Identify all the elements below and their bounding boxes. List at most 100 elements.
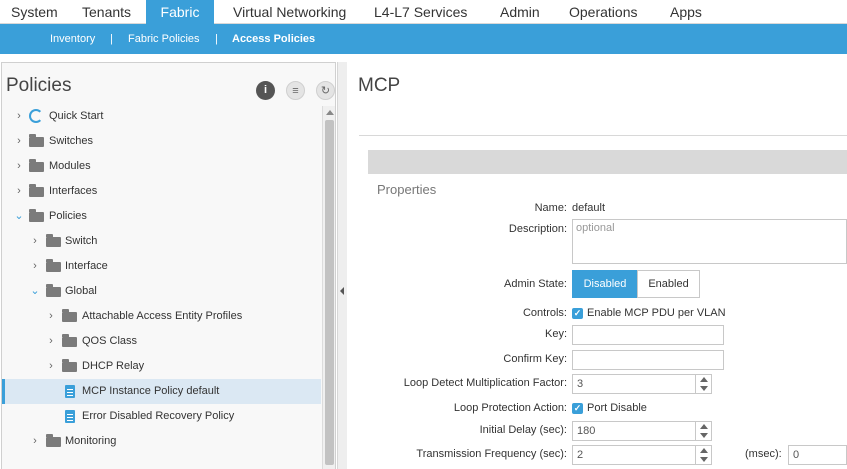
info-icon[interactable]: i bbox=[256, 81, 275, 100]
subnav-access-policies[interactable]: Access Policies bbox=[232, 24, 315, 54]
folder-icon bbox=[46, 284, 61, 297]
stepper-down-icon[interactable] bbox=[700, 457, 708, 462]
stepper-up-icon[interactable] bbox=[700, 448, 708, 453]
tree-label: Attachable Access Entity Profiles bbox=[82, 310, 243, 322]
folder-icon bbox=[62, 334, 77, 347]
port-disable-label: Port Disable bbox=[587, 402, 647, 414]
chevron-right-icon[interactable]: › bbox=[30, 429, 40, 454]
stepper-down-icon[interactable] bbox=[700, 433, 708, 438]
tree-item-error-disabled-recovery-policy[interactable]: Error Disabled Recovery Policy bbox=[2, 404, 321, 429]
tab-virtual-networking[interactable]: Virtual Networking bbox=[233, 0, 346, 24]
properties-heading: Properties bbox=[377, 182, 437, 197]
folder-icon bbox=[29, 134, 44, 147]
name-label: Name: bbox=[534, 202, 567, 214]
loop-factor-input[interactable]: 3 bbox=[572, 374, 696, 394]
chevron-right-icon[interactable]: › bbox=[46, 354, 56, 379]
folder-icon bbox=[62, 359, 77, 372]
port-disable-checkbox[interactable]: ✓ bbox=[572, 403, 583, 414]
chevron-right-icon[interactable]: › bbox=[14, 129, 24, 154]
stepper-up-icon[interactable] bbox=[700, 424, 708, 429]
confirm-key-label: Confirm Key: bbox=[503, 353, 567, 365]
tab-system[interactable]: System bbox=[11, 0, 58, 24]
stepper-down-icon[interactable] bbox=[700, 386, 708, 391]
tree-item-interfaces[interactable]: › Interfaces bbox=[2, 179, 321, 204]
tree-label: Error Disabled Recovery Policy bbox=[82, 410, 235, 422]
tree-label: Global bbox=[65, 285, 97, 297]
tree-label: Switches bbox=[49, 135, 94, 147]
tree-item-dhcp-relay[interactable]: › DHCP Relay bbox=[2, 354, 321, 379]
policy-document-icon bbox=[65, 385, 75, 398]
tab-apps[interactable]: Apps bbox=[670, 0, 702, 24]
tree-label: Interfaces bbox=[49, 185, 98, 197]
chevron-down-icon[interactable]: ⌄ bbox=[30, 279, 40, 304]
tree-item-qos-class[interactable]: › QOS Class bbox=[2, 329, 321, 354]
chevron-down-icon[interactable]: ⌄ bbox=[14, 204, 24, 229]
tree-item-modules[interactable]: › Modules bbox=[2, 154, 321, 179]
initial-delay-input[interactable]: 180 bbox=[572, 421, 696, 441]
initial-delay-stepper[interactable] bbox=[695, 421, 712, 441]
folder-icon bbox=[46, 259, 61, 272]
refresh-icon[interactable]: ↻ bbox=[316, 81, 335, 100]
key-input[interactable] bbox=[572, 325, 724, 345]
tx-frequency-input[interactable]: 2 bbox=[572, 445, 696, 465]
tree-label: MCP Instance Policy default bbox=[82, 385, 220, 397]
tab-admin[interactable]: Admin bbox=[500, 0, 540, 24]
loop-factor-stepper[interactable] bbox=[695, 374, 712, 394]
admin-state-label: Admin State: bbox=[504, 278, 567, 290]
tree-item-interface[interactable]: › Interface bbox=[2, 254, 321, 279]
msec-input[interactable]: 0 bbox=[788, 445, 847, 465]
subnav-fabric-policies[interactable]: Fabric Policies bbox=[128, 24, 200, 54]
tab-operations[interactable]: Operations bbox=[569, 0, 637, 24]
tree-label: Modules bbox=[49, 160, 91, 172]
tree-item-attachable-access-entity-profiles[interactable]: › Attachable Access Entity Profiles bbox=[2, 304, 321, 329]
tree-item-quick-start[interactable]: › Quick Start bbox=[2, 104, 321, 129]
header-band bbox=[368, 150, 847, 174]
scroll-up-icon[interactable] bbox=[326, 110, 334, 115]
chevron-right-icon[interactable]: › bbox=[14, 154, 24, 179]
tree-item-global[interactable]: ⌄ Global bbox=[2, 279, 321, 304]
tab-tenants[interactable]: Tenants bbox=[82, 0, 131, 24]
page-title: MCP bbox=[358, 75, 401, 96]
tree-item-switches[interactable]: › Switches bbox=[2, 129, 321, 154]
subnav-inventory[interactable]: Inventory bbox=[50, 24, 95, 54]
tree-item-mcp-instance-policy-default[interactable]: MCP Instance Policy default bbox=[2, 379, 321, 404]
chevron-right-icon[interactable]: › bbox=[14, 179, 24, 204]
chevron-right-icon[interactable]: › bbox=[14, 104, 24, 129]
tx-frequency-stepper[interactable] bbox=[695, 445, 712, 465]
tab-fabric[interactable]: Fabric bbox=[146, 0, 214, 24]
tree-label: Policies bbox=[49, 210, 87, 222]
tree-scrollbar[interactable] bbox=[322, 106, 335, 469]
initial-delay-label: Initial Delay (sec): bbox=[479, 424, 567, 436]
folder-icon bbox=[29, 184, 44, 197]
msec-label: (msec): bbox=[745, 448, 782, 460]
pane-splitter[interactable] bbox=[337, 62, 347, 469]
chevron-right-icon[interactable]: › bbox=[30, 229, 40, 254]
admin-state-disabled-button[interactable]: Disabled bbox=[572, 270, 638, 298]
admin-state-enabled-button[interactable]: Enabled bbox=[637, 270, 700, 298]
subnav-separator: | bbox=[215, 33, 218, 45]
chevron-right-icon[interactable]: › bbox=[46, 304, 56, 329]
scrollbar-thumb[interactable] bbox=[325, 120, 334, 465]
key-label: Key: bbox=[544, 328, 567, 340]
description-field[interactable]: optional bbox=[572, 219, 847, 264]
name-value: default bbox=[572, 202, 606, 214]
tab-l4-l7-services[interactable]: L4-L7 Services bbox=[374, 0, 467, 24]
loop-factor-label: Loop Detect Multiplication Factor: bbox=[403, 377, 567, 389]
tree-item-policies[interactable]: ⌄ Policies bbox=[2, 204, 321, 229]
stepper-up-icon[interactable] bbox=[700, 377, 708, 382]
controls-label: Controls: bbox=[522, 307, 567, 319]
chevron-right-icon[interactable]: › bbox=[30, 254, 40, 279]
subnav-separator: | bbox=[110, 33, 113, 45]
tree-item-monitoring[interactable]: › Monitoring bbox=[2, 429, 321, 454]
tree-label: Switch bbox=[65, 235, 98, 247]
enable-mcp-pdu-checkbox[interactable]: ✓ bbox=[572, 308, 583, 319]
confirm-key-input[interactable] bbox=[572, 350, 724, 370]
tx-frequency-label: Transmission Frequency (sec): bbox=[416, 448, 567, 460]
enable-mcp-pdu-label: Enable MCP PDU per VLAN bbox=[587, 307, 726, 319]
tree-label: QOS Class bbox=[82, 335, 138, 347]
collapse-icon[interactable]: ≡ bbox=[286, 81, 305, 100]
chevron-right-icon[interactable]: › bbox=[46, 329, 56, 354]
tree-item-switch[interactable]: › Switch bbox=[2, 229, 321, 254]
collapse-left-icon[interactable] bbox=[340, 287, 344, 295]
folder-icon bbox=[46, 234, 61, 247]
